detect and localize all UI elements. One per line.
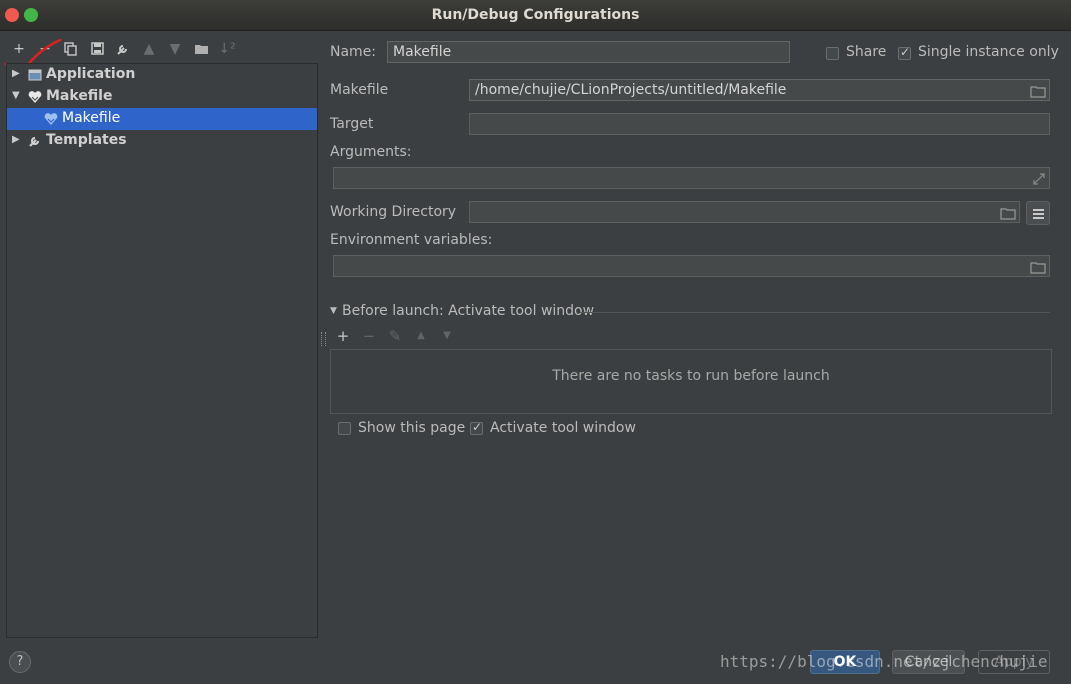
move-down-icon[interactable]: ▼ <box>166 40 184 58</box>
tree-item-label: Application <box>46 66 136 82</box>
show-this-page-checkbox[interactable] <box>338 422 351 435</box>
section-divider <box>580 312 1050 313</box>
help-button[interactable]: ? <box>9 651 31 673</box>
before-launch-header[interactable]: Before launch: Activate tool window <box>342 303 594 319</box>
share-checkbox[interactable] <box>826 47 839 60</box>
single-instance-checkbox[interactable]: ✓ <box>898 45 911 60</box>
move-task-down-icon[interactable]: ▼ <box>439 328 455 344</box>
tree-item-makefile-group[interactable]: ▼ Makefile <box>7 86 317 108</box>
tree-item-label: Templates <box>46 132 127 148</box>
title-bar: Run/Debug Configurations <box>0 0 1071 31</box>
collapse-section-icon[interactable]: ▼ <box>330 306 337 316</box>
browse-folder-icon[interactable] <box>1030 260 1046 274</box>
tree-item-label: Makefile <box>46 88 113 104</box>
move-up-icon[interactable]: ▲ <box>140 40 158 58</box>
activate-tool-window-label: Activate tool window <box>490 420 636 436</box>
expand-icon[interactable] <box>1032 172 1046 186</box>
folder-icon[interactable] <box>192 40 210 58</box>
expand-arrow-icon[interactable]: ▶ <box>12 135 22 145</box>
window-title: Run/Debug Configurations <box>431 7 640 23</box>
activate-tool-window-checkbox[interactable]: ✓ <box>470 420 483 435</box>
share-label: Share <box>846 44 887 60</box>
tree-item-application[interactable]: ▶ Application <box>7 64 317 86</box>
splitter-handle[interactable] <box>321 332 326 346</box>
name-input[interactable]: Makefile <box>387 41 790 63</box>
empty-tasks-text: There are no tasks to run before launch <box>552 368 830 384</box>
target-input[interactable] <box>469 113 1050 135</box>
environment-variables-label: Environment variables: <box>330 232 493 248</box>
wrench-icon[interactable] <box>114 40 132 58</box>
configuration-tree[interactable]: ▶ Application ▼ Makefile Makefile ▶ Temp… <box>6 63 318 638</box>
working-directory-label: Working Directory <box>330 204 457 220</box>
show-this-page-label: Show this page <box>358 420 466 436</box>
wrench-icon <box>27 133 43 149</box>
macros-menu-button[interactable] <box>1026 201 1050 225</box>
add-task-icon[interactable]: + <box>335 328 351 344</box>
collapse-arrow-icon[interactable]: ▼ <box>12 91 22 101</box>
tree-item-templates[interactable]: ▶ Templates <box>7 130 317 152</box>
save-icon[interactable] <box>88 40 106 58</box>
name-label: Name: <box>330 44 377 60</box>
browse-folder-icon[interactable] <box>1000 206 1016 220</box>
edit-task-icon[interactable]: ✎ <box>387 328 403 344</box>
arguments-input[interactable] <box>333 167 1050 189</box>
move-task-up-icon[interactable]: ▲ <box>413 328 429 344</box>
makefile-icon <box>27 89 43 105</box>
before-launch-task-list[interactable]: There are no tasks to run before launch <box>330 349 1052 414</box>
working-directory-input[interactable] <box>469 201 1020 223</box>
application-icon <box>27 67 43 83</box>
tree-item-label: Makefile <box>62 110 121 126</box>
makefile-path-field[interactable]: /home/chujie/CLionProjects/untitled/Make… <box>469 79 1050 101</box>
arguments-label: Arguments: <box>330 144 412 160</box>
single-instance-label: Single instance only <box>918 44 1059 60</box>
environment-variables-input[interactable] <box>333 255 1050 277</box>
makefile-icon <box>43 111 59 127</box>
watermark-text: https://blog.csdn.net/zjchenchujie <box>720 652 1048 671</box>
expand-arrow-icon[interactable]: ▶ <box>12 69 22 79</box>
makefile-label: Makefile <box>330 82 389 98</box>
sort-icon[interactable]: ↓² <box>218 40 236 58</box>
tree-item-makefile[interactable]: Makefile <box>7 108 317 130</box>
browse-folder-icon[interactable] <box>1030 84 1046 98</box>
remove-task-icon[interactable]: − <box>361 328 377 344</box>
copy-icon[interactable] <box>62 40 80 58</box>
target-label: Target <box>330 116 374 132</box>
